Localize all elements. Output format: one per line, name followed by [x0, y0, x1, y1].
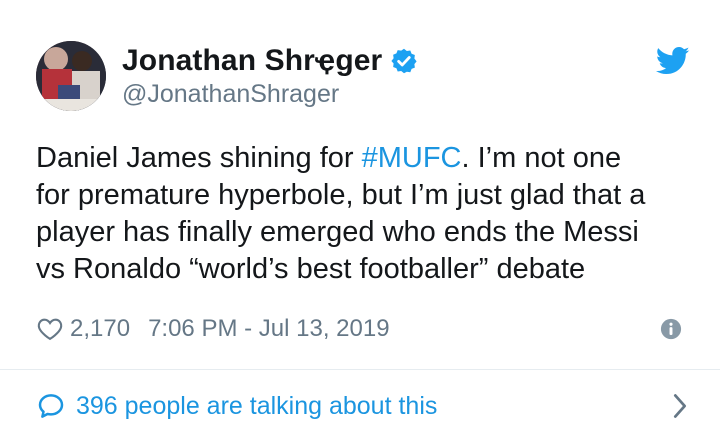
tweet-card: Jonathan Shrҿger @JonathanShrager Daniel…	[0, 0, 720, 441]
tweet-line: player has finally emerged who ends the …	[36, 216, 639, 248]
divider	[0, 369, 720, 370]
profile-photo-icon	[36, 41, 106, 111]
info-icon[interactable]	[660, 318, 682, 340]
like-count[interactable]: 2,170	[70, 315, 130, 343]
tweet-text: Daniel James shining for #MUFC. I’m not …	[36, 140, 696, 288]
user-name-row: Jonathan Shrҿger	[122, 44, 418, 78]
tweet-meta: 2,170 7:06 PM - Jul 13, 2019	[36, 312, 390, 346]
timestamp[interactable]: 7:06 PM - Jul 13, 2019	[148, 315, 389, 343]
heart-outline-icon[interactable]	[36, 315, 64, 343]
chevron-right-icon[interactable]	[670, 392, 690, 420]
hashtag-link[interactable]: #MUFC	[362, 142, 462, 174]
twitter-bird-icon[interactable]	[656, 46, 690, 76]
conversation-count-text[interactable]: 396 people are talking about this	[76, 392, 437, 421]
tweet-line: for premature hyperbole, but I’m just gl…	[36, 179, 646, 211]
speech-bubble-icon	[38, 394, 64, 418]
verified-badge-icon	[391, 48, 417, 74]
user-handle[interactable]: @JonathanShrager	[122, 80, 339, 109]
conversation-link[interactable]: 396 people are talking about this	[36, 386, 690, 426]
display-name[interactable]: Jonathan Shrҿger	[122, 44, 382, 78]
avatar[interactable]	[36, 41, 106, 111]
tweet-line: vs Ronaldo “world’s best footballer” deb…	[36, 253, 586, 285]
tweet-line: Daniel James shining for #MUFC. I’m not …	[36, 142, 622, 174]
